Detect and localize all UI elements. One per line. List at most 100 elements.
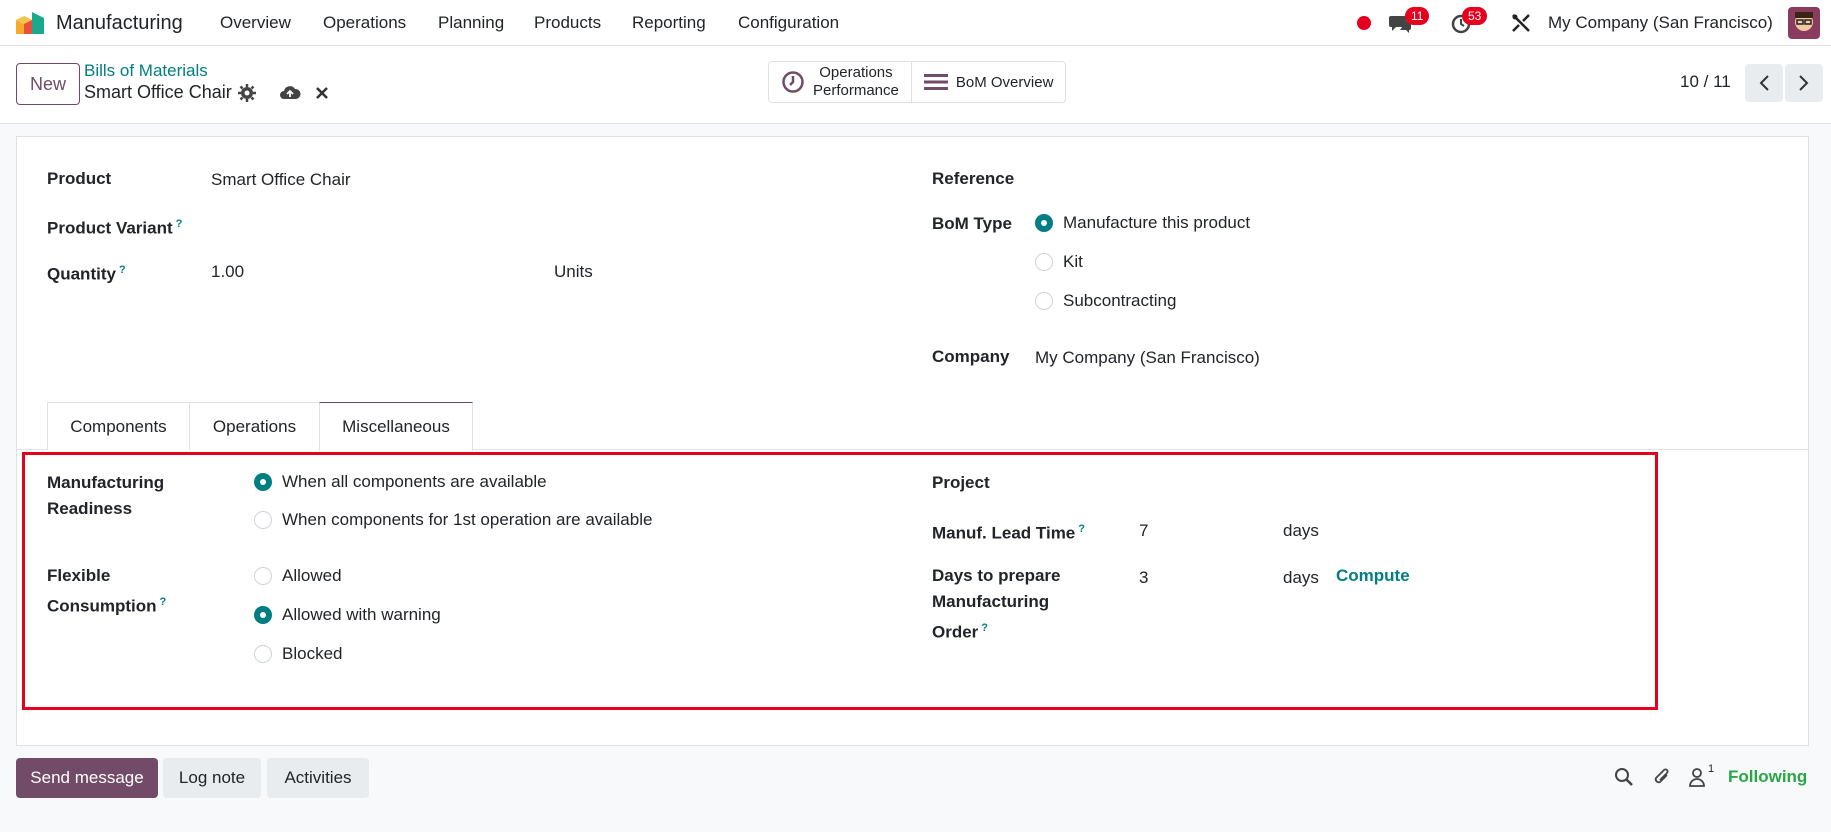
menu-operations[interactable]: Operations <box>323 13 406 33</box>
bom-overview-label: BoM Overview <box>955 73 1054 91</box>
search-icon[interactable] <box>1614 767 1634 787</box>
product-variant-label: Product Variant? <box>47 211 182 242</box>
radio-unchecked-icon <box>254 511 272 529</box>
cloud-save-icon[interactable] <box>279 84 301 102</box>
breadcrumb-bills-of-materials[interactable]: Bills of Materials <box>84 61 208 81</box>
company-switcher[interactable]: My Company (San Francisco) <box>1548 13 1773 33</box>
project-label: Project <box>932 473 990 492</box>
operations-performance-line2: Performance <box>813 82 899 99</box>
consumption-blocked-radio[interactable]: Blocked <box>254 644 342 664</box>
pager-counter[interactable]: 10 / 11 <box>1680 72 1731 92</box>
operations-performance-button[interactable]: Operations Performance <box>769 62 911 102</box>
radio-checked-icon <box>1035 214 1053 232</box>
product-variant-field[interactable] <box>211 211 911 237</box>
activities-button[interactable]: Activities <box>267 758 369 798</box>
radio-checked-icon <box>254 473 272 491</box>
new-button[interactable]: New <box>16 63 80 105</box>
manufacturing-readiness-label-line2: Readiness <box>47 499 133 518</box>
gear-icon[interactable] <box>238 84 256 102</box>
bom-type-kit-label: Kit <box>1063 252 1083 271</box>
radio-unchecked-icon <box>1035 292 1053 310</box>
days-to-prepare-label-line1: Days to prepare <box>932 566 1061 585</box>
product-label: Product <box>47 169 112 188</box>
help-tooltip-icon[interactable]: ? <box>1078 523 1085 535</box>
help-tooltip-icon[interactable]: ? <box>981 622 988 634</box>
manuf-lead-time-label-text: Manuf. Lead Time <box>932 523 1076 543</box>
bom-type-kit-radio[interactable]: Kit <box>1035 252 1083 272</box>
manufacturing-readiness-label: Manufacturing Readiness <box>47 470 164 522</box>
debug-tools-icon[interactable] <box>1510 12 1532 34</box>
app-name: Manufacturing <box>56 11 183 34</box>
radio-unchecked-icon <box>1035 253 1053 271</box>
manuf-lead-time-unit: days <box>1283 521 1319 540</box>
menu-overview[interactable]: Overview <box>220 13 291 33</box>
following-button[interactable]: Following <box>1728 767 1807 787</box>
menu-configuration[interactable]: Configuration <box>738 13 839 33</box>
manufacturing-app-icon <box>16 12 44 34</box>
help-tooltip-icon[interactable]: ? <box>160 596 167 608</box>
radio-checked-icon <box>254 606 272 624</box>
project-field[interactable] <box>1139 470 1639 496</box>
reference-label: Reference <box>932 169 1015 188</box>
app-brand[interactable]: Manufacturing <box>14 10 183 36</box>
messages-count-badge: 11 <box>1405 7 1430 25</box>
operations-performance-label: Operations Performance <box>813 64 899 100</box>
days-to-prepare-unit: days <box>1283 568 1319 587</box>
days-to-prepare-field[interactable]: 3 <box>1139 568 1148 588</box>
tab-miscellaneous[interactable]: Miscellaneous <box>319 402 473 451</box>
company-label: Company <box>932 347 1010 366</box>
company-field[interactable]: My Company (San Francisco) <box>1035 348 1260 368</box>
send-message-button[interactable]: Send message <box>16 758 158 798</box>
bom-type-subcontracting-radio[interactable]: Subcontracting <box>1035 291 1176 311</box>
paperclip-icon[interactable] <box>1652 766 1672 788</box>
bom-overview-button[interactable]: BoM Overview <box>910 62 1066 102</box>
compute-button[interactable]: Compute <box>1336 566 1410 586</box>
consumption-warning-label: Allowed with warning <box>282 605 441 624</box>
flexible-consumption-label: Flexible Consumption? <box>47 563 166 620</box>
followers-user-icon[interactable] <box>1688 767 1706 787</box>
quantity-field[interactable]: 1.00 <box>211 262 244 282</box>
radio-unchecked-icon <box>254 645 272 663</box>
bom-type-label: BoM Type <box>932 214 1012 233</box>
user-avatar[interactable] <box>1788 7 1820 39</box>
followers-count: 1 <box>1708 763 1715 775</box>
bom-type-manufacture-radio[interactable]: Manufacture this product <box>1035 213 1250 233</box>
radio-unchecked-icon <box>254 567 272 585</box>
menu-reporting[interactable]: Reporting <box>632 13 706 33</box>
days-to-prepare-label-line2: Manufacturing <box>932 592 1050 611</box>
log-note-button[interactable]: Log note <box>163 758 261 798</box>
menu-planning[interactable]: Planning <box>438 13 504 33</box>
tab-operations[interactable]: Operations <box>189 402 320 450</box>
days-to-prepare-label: Days to prepare Manufacturing Order? <box>932 563 1061 646</box>
manuf-lead-time-field[interactable]: 7 <box>1139 521 1148 541</box>
bom-type-manufacture-label: Manufacture this product <box>1063 213 1251 232</box>
chevron-left-icon <box>1759 75 1769 91</box>
readiness-all-components-radio[interactable]: When all components are available <box>254 472 547 492</box>
chevron-right-icon <box>1799 75 1809 91</box>
product-field[interactable]: Smart Office Chair <box>211 170 351 190</box>
top-navbar: Manufacturing Overview Operations Planni… <box>0 0 1831 46</box>
reference-field[interactable] <box>1035 166 1735 192</box>
flexible-consumption-label-line1: Flexible <box>47 566 111 585</box>
quantity-label: Quantity? <box>47 257 126 288</box>
uom-field[interactable]: Units <box>554 262 593 282</box>
flexible-consumption-label-line2: Consumption <box>47 596 157 616</box>
smart-buttons: Operations Performance BoM Overview <box>768 61 1067 103</box>
record-title: Smart Office Chair <box>84 82 232 102</box>
help-tooltip-icon[interactable]: ? <box>176 218 183 230</box>
consumption-warning-radio[interactable]: Allowed with warning <box>254 605 441 625</box>
manuf-lead-time-label: Manuf. Lead Time? <box>932 516 1085 547</box>
menu-products[interactable]: Products <box>534 13 601 33</box>
quantity-label-text: Quantity <box>47 264 116 284</box>
readiness-first-operation-radio[interactable]: When components for 1st operation are av… <box>254 510 652 530</box>
tab-components[interactable]: Components <box>47 402 190 450</box>
help-tooltip-icon[interactable]: ? <box>119 264 126 276</box>
pager-next-button[interactable] <box>1785 64 1823 102</box>
record-status-icon[interactable] <box>1357 16 1371 30</box>
bom-type-subcontracting-label: Subcontracting <box>1063 291 1177 310</box>
clock-icon <box>782 71 804 93</box>
list-bars-icon <box>923 74 948 90</box>
consumption-allowed-radio[interactable]: Allowed <box>254 566 342 586</box>
pager-previous-button[interactable] <box>1745 64 1783 102</box>
discard-close-icon[interactable] <box>315 86 329 100</box>
